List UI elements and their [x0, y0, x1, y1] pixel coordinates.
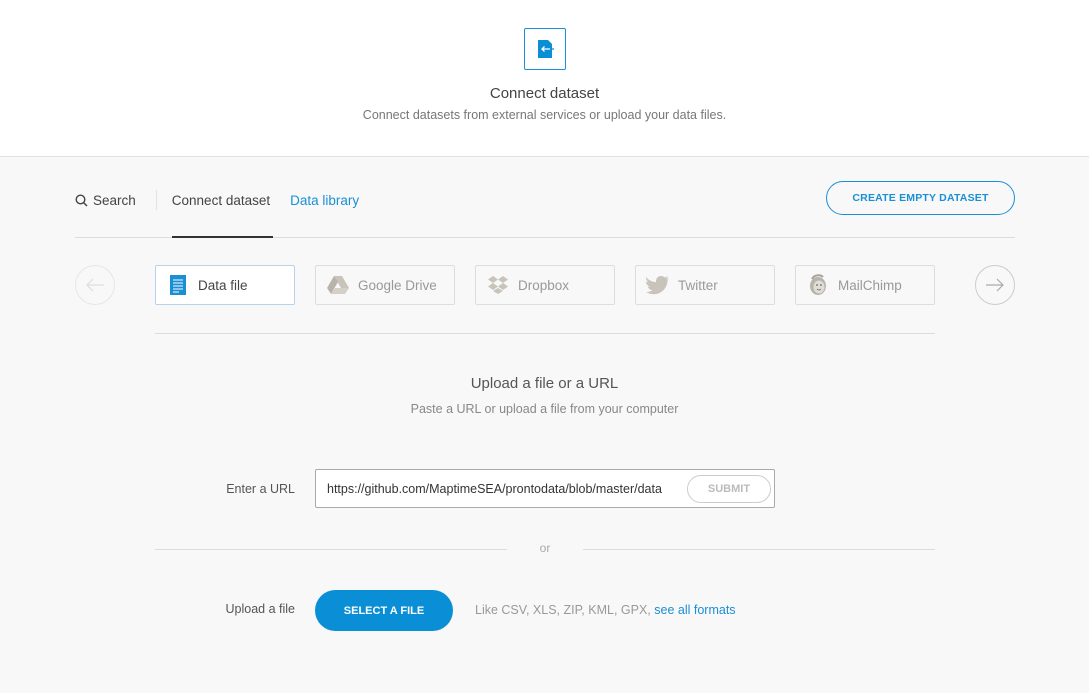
- submit-button[interactable]: SUBMIT: [687, 475, 771, 503]
- search-icon: [75, 193, 88, 207]
- supported-formats: Like CSV, XLS, ZIP, KML, GPX, see all fo…: [475, 603, 736, 617]
- source-data-file[interactable]: Data file: [155, 265, 295, 305]
- source-dropbox[interactable]: Dropbox: [475, 265, 615, 305]
- tab-data-library[interactable]: Data library: [290, 193, 359, 208]
- previous-sources-button[interactable]: [75, 265, 115, 305]
- or-label: or: [539, 541, 551, 555]
- see-all-formats-link[interactable]: see all formats: [654, 603, 735, 617]
- connect-dataset-icon: [524, 28, 566, 70]
- nav-divider: [155, 190, 157, 210]
- page-header: Connect dataset Connect datasets from ex…: [0, 0, 1089, 157]
- search-button[interactable]: Search: [75, 193, 136, 208]
- source-label: MailChimp: [838, 277, 902, 293]
- twitter-icon: [646, 273, 670, 297]
- page-title: Connect dataset: [489, 85, 600, 102]
- source-label: Data file: [198, 277, 248, 293]
- create-empty-dataset-button[interactable]: CREATE EMPTY DATASET: [826, 181, 1015, 215]
- document-icon: [166, 273, 190, 297]
- dropbox-icon: [486, 273, 510, 297]
- page-subtitle: Connect datasets from external services …: [362, 108, 727, 122]
- source-label: Google Drive: [358, 277, 437, 293]
- source-mailchimp[interactable]: MailChimp: [795, 265, 935, 305]
- url-input[interactable]: [327, 470, 682, 507]
- tab-connect-dataset[interactable]: Connect dataset: [172, 193, 270, 208]
- source-label: Twitter: [678, 277, 718, 293]
- select-file-button[interactable]: SELECT A FILE: [315, 590, 453, 631]
- url-field-container: SUBMIT: [315, 469, 775, 508]
- next-sources-button[interactable]: [975, 265, 1015, 305]
- or-divider-left: [155, 549, 507, 550]
- or-divider-right: [583, 549, 935, 550]
- upload-title: Upload a file or a URL: [470, 375, 619, 392]
- active-tab-indicator: [172, 236, 273, 238]
- arrow-right-icon: [986, 278, 1004, 292]
- upload-file-label: Upload a file: [225, 602, 296, 616]
- arrow-left-icon: [86, 278, 104, 292]
- nav-tabs: Search Connect dataset Data library: [75, 180, 359, 220]
- section-divider: [155, 333, 935, 334]
- source-twitter[interactable]: Twitter: [635, 265, 775, 305]
- upload-subtitle: Paste a URL or upload a file from your c…: [410, 402, 679, 416]
- formats-text: Like CSV, XLS, ZIP, KML, GPX,: [475, 603, 651, 617]
- search-label: Search: [93, 192, 136, 208]
- url-label: Enter a URL: [226, 482, 295, 496]
- mailchimp-icon: [806, 273, 830, 297]
- source-google-drive[interactable]: Google Drive: [315, 265, 455, 305]
- google-drive-icon: [326, 273, 350, 297]
- source-label: Dropbox: [518, 277, 570, 293]
